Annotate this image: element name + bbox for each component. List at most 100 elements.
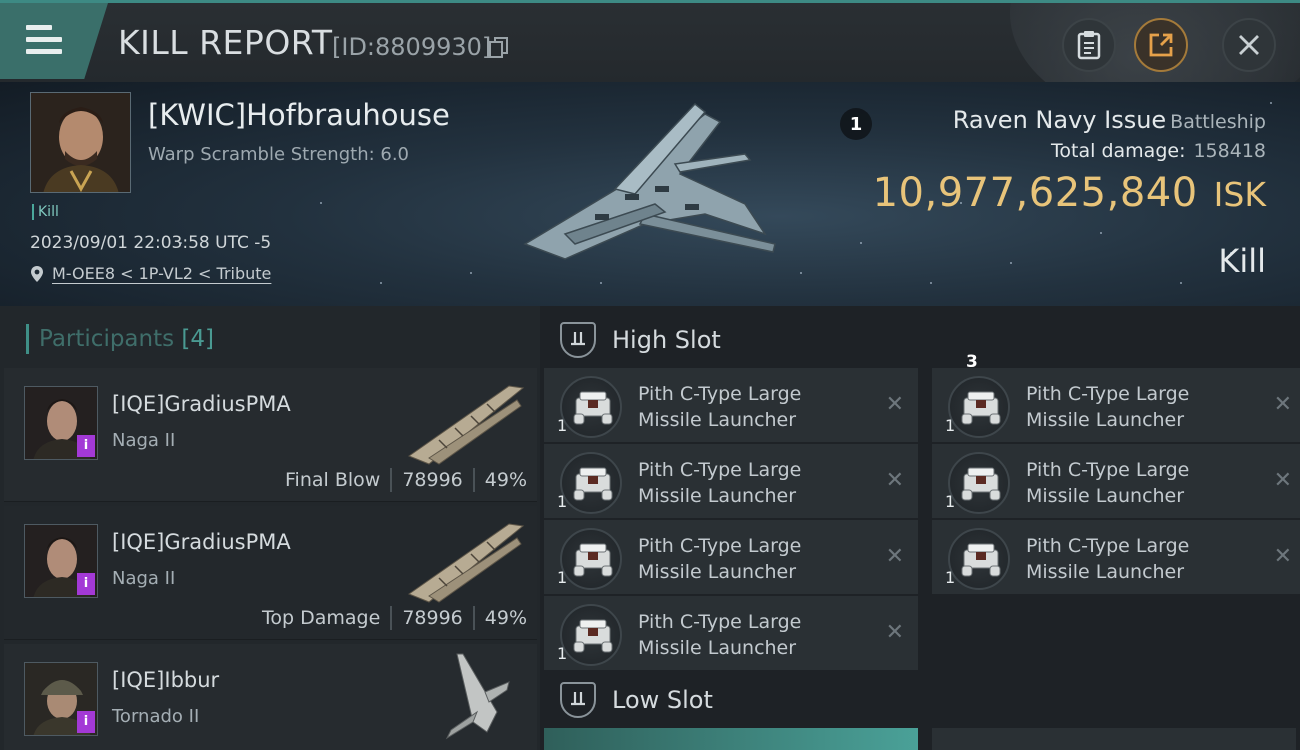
module-name-line2: Missile Launcher [638,409,797,431]
high-slot-title: High Slot [612,326,721,354]
missile-launcher-icon [948,376,1010,438]
report-id: [ID:8809930] [332,33,492,61]
module-name-line2: Missile Launcher [638,485,797,507]
stat-divider [390,468,393,492]
location-link[interactable]: M-OEE8 < 1P-VL2 < Tribute [30,264,271,283]
module-name-line2: Missile Launcher [638,637,797,659]
module-card[interactable]: 1 Pith C-Type Large Missile Launcher ✕ [544,596,918,670]
module-name: Pith C-Type Large Missile Launcher [1026,457,1246,509]
stat-divider [472,606,475,630]
low-slot-module-selected[interactable] [544,728,918,750]
participant-card[interactable]: i [IQE]GradiusPMA Naga II Final Blow 789… [4,368,537,502]
high-slot-header: High Slot [544,310,1296,368]
module-quantity: 1 [557,492,568,511]
module-quantity: 1 [945,568,956,587]
stat-divider [390,606,393,630]
header-bar: KILL REPORT [ID:8809930] [0,0,1300,85]
participants-panel: Participants [4] i [IQE]GradiusPMA Naga … [0,306,540,750]
map-pin-icon [31,265,43,282]
isk-amount: 10,977,625,840 [872,170,1198,216]
module-name: Pith C-Type Large Missile Launcher [638,381,858,433]
menu-button[interactable] [0,3,108,79]
module-name-line1: Pith C-Type Large [638,535,802,557]
participant-avatar: i [24,386,98,460]
destroyed-x-icon: ✕ [1273,468,1292,493]
clipboard-button[interactable] [1062,18,1116,72]
ship-name: Raven Navy Issue [952,106,1167,134]
participant-percent: 49% [484,469,527,491]
high-slot-icon [560,322,596,358]
kill-timestamp: 2023/09/01 22:03:58 UTC -5 [30,233,272,253]
participants-header: Participants [4] [26,324,214,354]
participant-card[interactable]: i [IQE]Ibbur Tornado II [4,644,537,750]
missile-launcher-icon [948,528,1010,590]
page-title: KILL REPORT [118,23,333,62]
close-icon [1239,35,1259,55]
destroyed-x-icon: ✕ [885,620,904,645]
module-name-line2: Missile Launcher [1026,485,1185,507]
module-name-line1: Pith C-Type Large [1026,383,1190,405]
menu-icon [26,25,62,61]
module-name-line1: Pith C-Type Large [1026,459,1190,481]
participants-label: Participants [39,326,175,352]
participant-ship: Tornado II [112,706,200,727]
participant-role: Final Blow [285,469,381,491]
participant-ship: Naga II [112,568,176,589]
participant-ship: Naga II [112,430,176,451]
kill-tag: Kill [32,204,59,220]
module-quantity: 1 [557,416,568,435]
participant-card[interactable]: i [IQE]GradiusPMA Naga II Top Damage 789… [4,506,537,640]
module-name-line2: Missile Launcher [1026,409,1185,431]
module-card[interactable]: 1 Pith C-Type Large Missile Launcher ✕ [932,368,1300,442]
participant-avatar: i [24,662,98,736]
corp-badge: i [77,711,95,733]
participant-damage: 78996 [402,469,463,491]
copy-icon[interactable] [489,37,509,59]
module-name-line1: Pith C-Type Large [638,459,802,481]
corp-badge: i [77,435,95,457]
total-damage-label: Total damage: [1051,140,1186,162]
module-name: Pith C-Type Large Missile Launcher [638,533,858,585]
module-name-line2: Missile Launcher [638,561,797,583]
module-card[interactable]: 1 Pith C-Type Large Missile Launcher ✕ [544,368,918,442]
destroyed-x-icon: ✕ [885,468,904,493]
participant-damage: 78996 [402,607,463,629]
low-slot-module[interactable] [932,728,1296,750]
low-slot-header: Low Slot [544,670,1296,728]
share-button[interactable] [1134,18,1188,72]
warp-scramble-strength: Warp Scramble Strength: 6.0 [148,144,410,165]
missile-launcher-icon [560,604,622,666]
ship-render-image [523,102,776,260]
total-damage: Total damage: 158418 [1051,140,1266,162]
module-card[interactable]: 1 Pith C-Type Large Missile Launcher ✕ [932,444,1300,518]
victim-avatar[interactable] [30,92,131,193]
victim-panel: [KWIC]Hofbrauhouse Warp Scramble Strengt… [0,82,1300,306]
ship-class: Battleship [1170,111,1266,133]
victim-count-badge: 1 [840,108,872,140]
module-name-line1: Pith C-Type Large [638,611,802,633]
share-icon [1149,33,1173,57]
module-quantity: 1 [557,644,568,663]
participant-role: Top Damage [262,607,381,629]
module-card[interactable]: 1 Pith C-Type Large Missile Launcher ✕ [544,444,918,518]
destroyed-x-icon: ✕ [1273,544,1292,569]
participant-name: [IQE]GradiusPMA [112,530,291,554]
missile-launcher-icon [948,452,1010,514]
destroyed-x-icon: ✕ [885,392,904,417]
module-card[interactable]: 1 Pith C-Type Large Missile Launcher ✕ [932,520,1300,594]
module-card[interactable]: 1 Pith C-Type Large Missile Launcher ✕ [544,520,918,594]
participant-name: [IQE]GradiusPMA [112,392,291,416]
module-name: Pith C-Type Large Missile Launcher [1026,381,1246,433]
destroyed-x-icon: ✕ [1273,392,1292,417]
close-button[interactable] [1222,18,1276,72]
total-damage-value: 158418 [1193,140,1266,162]
isk-unit: ISK [1213,175,1266,214]
isk-value: 10,977,625,840 ISK [873,170,1266,216]
destroyed-x-icon: ✕ [885,544,904,569]
stat-divider [472,468,475,492]
victim-name[interactable]: [KWIC]Hofbrauhouse [148,98,450,132]
victim-ship[interactable]: Raven Navy Issue Battleship [953,106,1266,134]
module-quantity: 1 [557,568,568,587]
naga-ship-image [407,523,525,603]
participant-stats: Top Damage 78996 49% [262,606,527,630]
